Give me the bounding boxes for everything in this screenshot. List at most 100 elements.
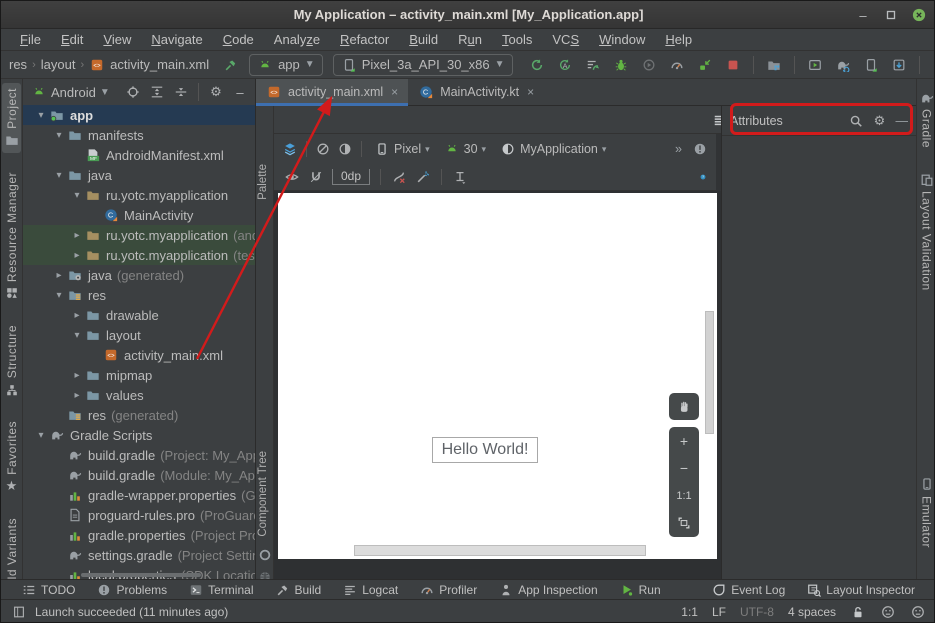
chevron-down-icon[interactable]: ▾ xyxy=(33,110,49,121)
night-mode-icon[interactable] xyxy=(337,141,353,157)
locate-file-icon[interactable] xyxy=(122,82,144,102)
autoconnect-off-icon[interactable] xyxy=(308,169,324,185)
tree-item-build-gradle-module-my-application-app-[interactable]: build.gradle(Module: My_Application.app) xyxy=(23,465,255,485)
menu-edit[interactable]: Edit xyxy=(52,31,92,48)
chevron-right-icon[interactable]: ▸ xyxy=(51,270,67,281)
chevron-right-icon[interactable]: ▸ xyxy=(69,310,85,321)
tree-item-ru-yotc-myapplication[interactable]: ▾ru.yotc.myapplication xyxy=(23,185,255,205)
run-configuration-select[interactable]: app ▼ xyxy=(249,54,323,76)
infer-constraints-icon[interactable] xyxy=(415,169,431,185)
tree-item-androidmanifest-xml[interactable]: MFAndroidManifest.xml xyxy=(23,145,255,165)
tree-item-mainactivity[interactable]: CMainActivity xyxy=(23,205,255,225)
bottom-tab-app-inspection[interactable]: App Inspection xyxy=(499,583,597,597)
menu-refactor[interactable]: Refactor xyxy=(331,31,398,48)
menu-view[interactable]: View xyxy=(94,31,140,48)
hide-panel-button[interactable]: — xyxy=(896,114,909,128)
expand-all-icon[interactable] xyxy=(146,82,168,102)
menu-vcs[interactable]: VCS xyxy=(543,31,588,48)
search-icon[interactable] xyxy=(848,113,864,129)
attach-debugger-icon[interactable] xyxy=(693,54,717,76)
menu-window[interactable]: Window xyxy=(590,31,654,48)
view-options-icon[interactable] xyxy=(284,169,300,185)
close-icon[interactable]: × xyxy=(391,85,398,99)
tool-tab-emulator[interactable]: Emulator xyxy=(917,472,935,553)
debug-icon[interactable] xyxy=(609,54,633,76)
tool-tab-project[interactable]: Project xyxy=(2,83,21,153)
hide-panel-icon[interactable]: – xyxy=(229,82,251,102)
tree-item-java[interactable]: ▾java xyxy=(23,165,255,185)
tree-item-res[interactable]: ▾res xyxy=(23,285,255,305)
status-4-spaces[interactable]: 4 spaces xyxy=(788,605,836,619)
theme-select[interactable]: MyApplication ▾ xyxy=(496,140,610,158)
face-status-1-icon[interactable] xyxy=(880,604,896,620)
menu-build[interactable]: Build xyxy=(400,31,447,48)
chevron-down-icon[interactable]: ▾ xyxy=(51,130,67,141)
menu-file[interactable]: File xyxy=(11,31,50,48)
tree-item-gradle-wrapper-properties-gradle-version-[interactable]: gradle-wrapper.properties(Gradle Version… xyxy=(23,485,255,505)
tree-item-build-gradle-project-my-application-[interactable]: build.gradle(Project: My_Application) xyxy=(23,445,255,465)
zoom-out-button[interactable]: − xyxy=(669,455,699,483)
search-everywhere-icon[interactable] xyxy=(928,54,935,76)
tool-tab-resource-manager[interactable]: Resource Manager xyxy=(2,167,21,306)
sdk-manager-icon[interactable] xyxy=(887,54,911,76)
chevron-right-icon[interactable]: ▸ xyxy=(69,250,85,261)
rerun-icon[interactable] xyxy=(525,54,549,76)
gear-icon[interactable]: ⚙ xyxy=(872,113,888,129)
default-margin-select[interactable]: 0dp xyxy=(332,169,370,185)
tree-item-res-generated-[interactable]: res(generated) xyxy=(23,405,255,425)
profiler-sessions-icon[interactable] xyxy=(762,54,786,76)
editor-tab-activity-main-xml[interactable]: <>activity_main.xml× xyxy=(256,79,408,105)
project-view-selector[interactable]: Android ▼ xyxy=(31,84,110,100)
layout-canvas[interactable]: Hello World! xyxy=(278,193,717,559)
close-icon[interactable]: × xyxy=(527,85,534,99)
chevron-down-icon[interactable]: ▾ xyxy=(33,430,49,441)
tree-item-settings-gradle-project-settings-[interactable]: settings.gradle(Project Settings) xyxy=(23,545,255,565)
build-hammer-icon[interactable] xyxy=(223,57,239,73)
bottom-tab-todo[interactable]: TODO xyxy=(22,583,75,597)
settings-gear-icon[interactable]: ⚙ xyxy=(205,82,227,102)
editor-tab-mainactivity-kt[interactable]: CMainActivity.kt× xyxy=(408,79,544,105)
chevron-down-icon[interactable]: ▾ xyxy=(69,330,85,341)
bottom-tab-profiler[interactable]: Profiler xyxy=(420,583,477,597)
profile-disabled-icon[interactable] xyxy=(637,54,661,76)
chevron-down-icon[interactable]: ▾ xyxy=(51,170,67,181)
face-status-2-icon[interactable] xyxy=(910,604,926,620)
restore-button[interactable] xyxy=(882,6,900,24)
bottom-tab-layout-inspector[interactable]: Layout Inspector xyxy=(807,583,915,597)
tree-item-layout[interactable]: ▾layout xyxy=(23,325,255,345)
bottom-tab-build[interactable]: Build xyxy=(276,583,322,597)
tool-tab-gradle[interactable]: Gradle xyxy=(917,85,935,153)
bottom-tab-run[interactable]: Run xyxy=(620,583,661,597)
lock-icon[interactable] xyxy=(850,604,866,620)
tree-item-proguard-rules-pro-proguard-rules-for-app-[interactable]: proguard-rules.pro(ProGuard Rules for ap… xyxy=(23,505,255,525)
tree-item-ru-yotc-myapplication-test-[interactable]: ▸ru.yotc.myapplication(test) xyxy=(23,245,255,265)
status-utf-8[interactable]: UTF-8 xyxy=(740,605,774,619)
bottom-tab-event-log[interactable]: Event Log xyxy=(712,583,785,597)
tree-item-java-generated-[interactable]: ▸java(generated) xyxy=(23,265,255,285)
chevron-down-icon[interactable]: ▾ xyxy=(51,290,67,301)
textview-hello-world[interactable]: Hello World! xyxy=(432,437,538,463)
api-version-select[interactable]: 30 ▾ xyxy=(440,140,490,158)
overflow-chevrons-icon[interactable]: » xyxy=(675,142,682,156)
status-1-1[interactable]: 1:1 xyxy=(681,605,698,619)
menu-code[interactable]: Code xyxy=(214,31,263,48)
device-in-editor-select[interactable]: Pixel ▾ xyxy=(370,140,434,158)
zoom-in-button[interactable]: + xyxy=(669,427,699,455)
bottom-tab-terminal[interactable]: Terminal xyxy=(189,583,253,597)
menu-analyze[interactable]: Analyze xyxy=(265,31,329,48)
apply-changes-restart-activity-icon[interactable]: A xyxy=(553,54,577,76)
bottom-tab-problems[interactable]: Problems xyxy=(97,583,167,597)
project-scrollbar[interactable] xyxy=(81,573,201,577)
menu-run[interactable]: Run xyxy=(449,31,491,48)
stop-icon[interactable] xyxy=(721,54,745,76)
zoom-fit-button[interactable] xyxy=(669,510,699,538)
palette-tab[interactable]: Palette xyxy=(257,164,269,200)
device-manager-icon[interactable] xyxy=(859,54,883,76)
tool-tab-layout-validation[interactable]: Layout Validation xyxy=(917,167,935,296)
tree-item-drawable[interactable]: ▸drawable xyxy=(23,305,255,325)
tree-item-gradle-scripts[interactable]: ▾Gradle Scripts xyxy=(23,425,255,445)
tree-item-values[interactable]: ▸values xyxy=(23,385,255,405)
tree-item-activity-main-xml[interactable]: <>activity_main.xml xyxy=(23,345,255,365)
menu-navigate[interactable]: Navigate xyxy=(142,31,211,48)
chevron-right-icon[interactable]: ▸ xyxy=(69,230,85,241)
